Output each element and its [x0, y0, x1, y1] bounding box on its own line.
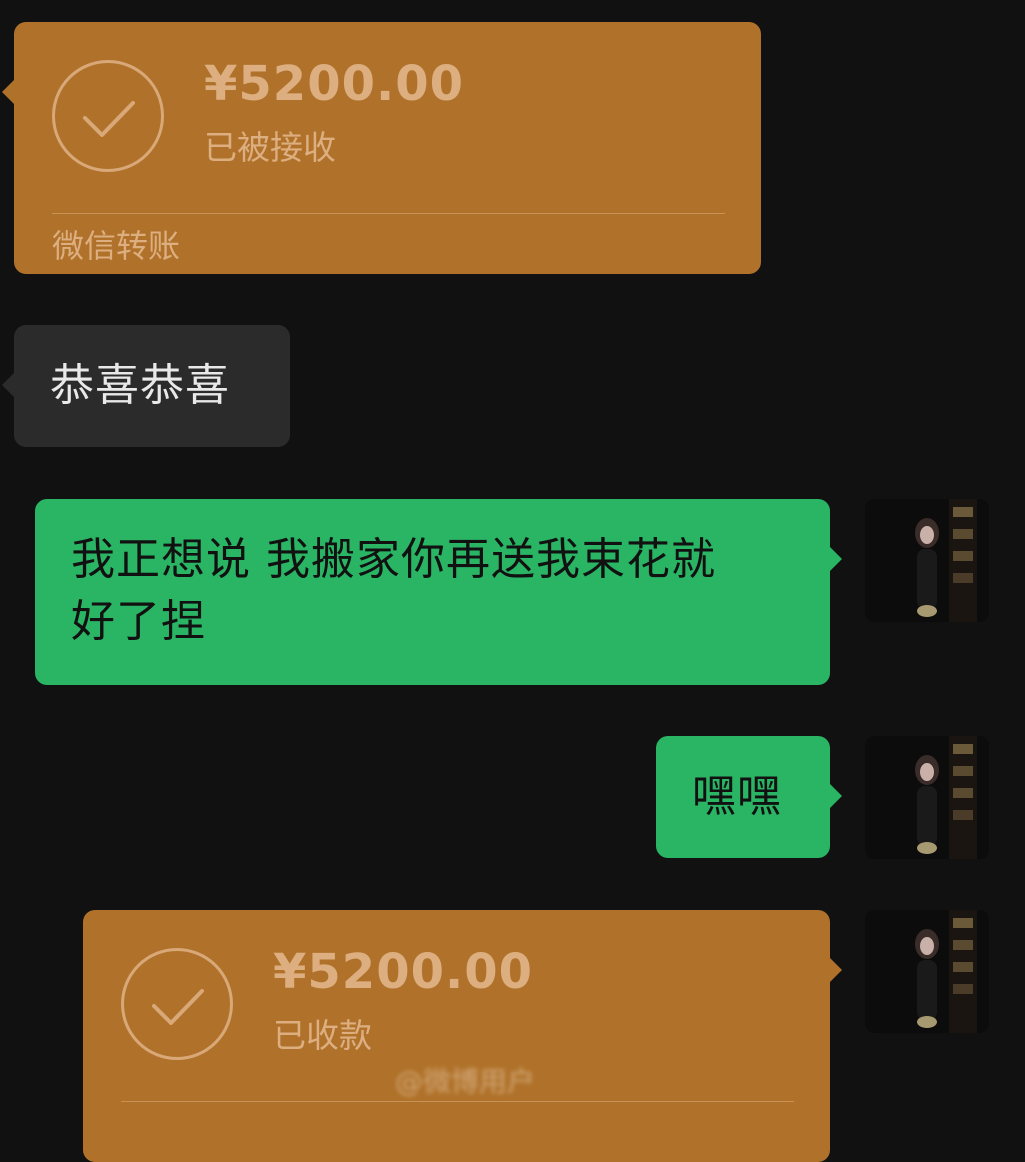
check-circle-icon: [52, 60, 164, 172]
check-circle-icon: [121, 948, 233, 1060]
transfer-amount: ¥5200.00: [204, 56, 465, 112]
bubble-tail: [830, 547, 842, 571]
avatar[interactable]: [865, 499, 989, 622]
message-bubble-sent[interactable]: 嘿嘿: [656, 736, 842, 858]
avatar[interactable]: [865, 736, 989, 859]
transfer-footer: 微信转账: [52, 227, 181, 265]
bubble-tail: [2, 373, 14, 397]
message-bubble-received[interactable]: 恭喜恭喜: [2, 325, 290, 447]
transfer-amount: ¥5200.00: [273, 944, 534, 1000]
message-text: 嘿嘿: [692, 771, 782, 822]
message-text-line-1: 我正想说 我搬家你再送我束花就: [71, 534, 716, 585]
transfer-card-received[interactable]: ¥5200.00 已被接收 微信转账: [2, 22, 761, 274]
transfer-divider: [121, 1101, 794, 1102]
message-text: 恭喜恭喜: [50, 360, 230, 411]
bubble-tail: [830, 958, 842, 982]
message-text-line-2: 好了捏: [71, 596, 206, 647]
transfer-card-sent[interactable]: ¥5200.00 已收款: [83, 910, 842, 1162]
watermark: @微博用户: [395, 1065, 536, 1098]
bubble-tail: [830, 784, 842, 808]
transfer-divider: [52, 213, 725, 214]
transfer-status: 已被接收: [204, 128, 336, 167]
avatar[interactable]: [865, 910, 989, 1033]
bubble-tail: [2, 80, 14, 104]
transfer-status: 已收款: [273, 1016, 372, 1055]
message-bubble-sent[interactable]: 我正想说 我搬家你再送我束花就 好了捏: [35, 499, 842, 685]
